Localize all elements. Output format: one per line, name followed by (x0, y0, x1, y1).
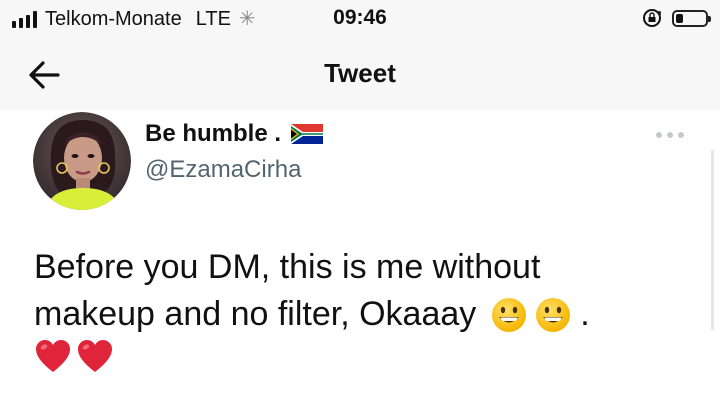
south-africa-flag-icon (291, 124, 324, 144)
status-bar: Telkom-Monate LTE ✳ 09:46 (0, 0, 720, 40)
author-handle[interactable]: @EzamaCirha (145, 156, 301, 184)
avatar[interactable] (33, 112, 131, 210)
navigation-bar: Tweet (0, 40, 720, 110)
scrollbar[interactable] (711, 150, 714, 330)
status-time: 09:46 (333, 6, 387, 29)
grinning-face-icon (536, 297, 571, 332)
rotation-lock-icon (643, 9, 661, 27)
tweet-text-line-1: Before you DM, this is me without (34, 248, 541, 286)
tweet-text: Before you DM, this is me without makeup… (34, 244, 694, 376)
battery-level (676, 13, 683, 23)
grinning-face-icon (492, 297, 527, 332)
status-bar-right (642, 8, 711, 28)
tweet-text-line: makeup and no filter, Okaaay . (34, 291, 694, 338)
author-display-name: Be humble . (145, 120, 282, 147)
author-name-row[interactable]: Be humble . (145, 120, 324, 148)
battery-icon (672, 9, 711, 27)
page-title: Tweet (324, 58, 396, 88)
tweet-text-line: Before you DM, this is me without (34, 244, 694, 291)
red-heart-icon (78, 340, 112, 372)
red-heart-icon (36, 340, 70, 372)
tweet-text-period: . (580, 295, 590, 333)
more-options-icon[interactable] (652, 125, 688, 145)
tweet-text-line (34, 338, 694, 376)
tweet-text-line-2: makeup and no filter, Okaaay (34, 295, 477, 333)
